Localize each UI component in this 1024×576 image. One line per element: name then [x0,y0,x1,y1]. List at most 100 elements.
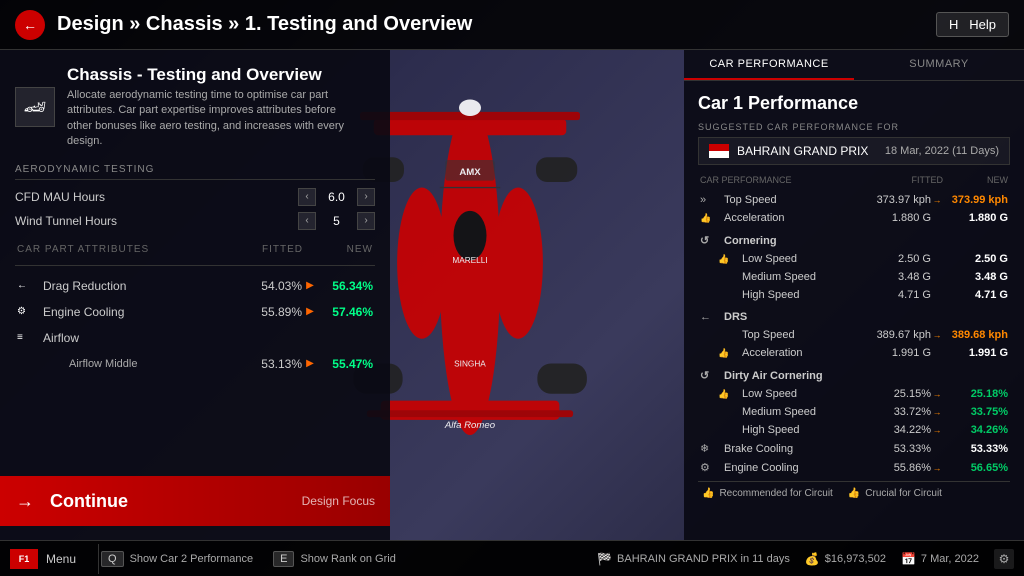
race-info-text: BAHRAIN GRAND PRIX in 11 days [617,553,790,565]
engine-cool-icon: ⚙ [17,304,37,320]
perf-dirty-air-header: ↺ Dirty Air Cornering [698,366,1010,385]
top-speed-icon: » [700,194,720,206]
perf-da-med: Medium Speed 33.72% → 33.75% [698,403,1010,421]
acceleration-new: 1.880 G [943,212,1008,224]
left-panel: 🏎 Chassis - Testing and Overview Allocat… [0,50,390,540]
drs-ts-fitted: 389.67 kph [856,329,931,341]
engine-cool-fitted: 55.89% [232,305,302,319]
eng-cool-icon: ⚙ [700,461,720,474]
perf-med-speed: Medium Speed 3.48 G 3.48 G [698,268,1010,286]
svg-text:MARELLI: MARELLI [452,256,487,265]
part-engine-cooling: ⚙ Engine Cooling 55.89% ▶ 57.46% [15,300,375,324]
cfd-decrease-btn[interactable]: ‹ [298,188,316,206]
crucial-icon: 👍 [848,488,860,499]
da-med-new: 33.75% [943,406,1008,418]
drag-fitted: 54.03% [232,279,302,293]
wind-decrease-btn[interactable]: ‹ [298,212,316,230]
help-button[interactable]: H Help [936,12,1009,37]
help-label: Help [969,17,996,32]
drs-accel-new: 1.991 G [943,347,1008,359]
cfd-increase-btn[interactable]: › [357,188,375,206]
menu-button[interactable]: Menu [46,552,76,566]
tab-summary[interactable]: SUMMARY [854,50,1024,80]
date-info: 📅 7 Mar, 2022 [901,552,979,566]
race-date: 18 Mar, 2022 (11 Days) [885,145,999,157]
continue-label: Continue [50,491,302,512]
drs-accel-fitted: 1.991 G [856,347,931,359]
aero-section-label: AERODYNAMIC TESTING [15,164,375,180]
low-speed-icon: 👍 [718,253,738,265]
dirty-air-icon: ↺ [700,369,720,382]
wind-value: 5 [324,214,349,228]
settings-button[interactable]: ⚙ [994,549,1014,569]
divider [98,544,99,574]
perf-brake-cooling: ❄ Brake Cooling 53.33% 53.33% [698,439,1010,458]
legend-recommended: 👍 Recommended for Circuit [702,488,833,499]
da-high-arrow: → [931,425,943,435]
drag-name: Drag Reduction [43,279,232,293]
acceleration-fitted: 1.880 G [856,212,931,224]
wind-increase-btn[interactable]: › [357,212,375,230]
airflow-mid-fitted: 53.13% [232,357,302,371]
rank-label: Show Rank on Grid [300,553,395,565]
continue-sub: Design Focus [302,494,375,508]
race-name: BAHRAIN GRAND PRIX [737,144,885,158]
tabs: CAR PERFORMANCE SUMMARY [684,50,1024,81]
perf-low-speed: 👍 Low Speed 2.50 G 2.50 G [698,250,1010,268]
da-high-name: High Speed [742,424,856,436]
da-high-new: 34.26% [943,424,1008,436]
engine-cool-arrow: ▶ [302,306,318,317]
eng-cool-fitted: 55.86% [856,462,931,474]
high-speed-name: High Speed [742,289,856,301]
drs-accel-icon: 👍 [718,347,738,359]
back-icon: ← [23,17,37,33]
high-speed-new: 4.71 G [943,289,1008,301]
date-text: 7 Mar, 2022 [921,553,979,565]
car1-title: Car 1 Performance [698,93,1010,114]
continue-icon: → [0,476,50,526]
airflow-mid-name: Airflow Middle [43,358,232,370]
aero-wind-label: Wind Tunnel Hours [15,214,298,228]
low-speed-name: Low Speed [742,253,856,265]
drs-ts-arrow: → [931,330,943,340]
med-speed-fitted: 3.48 G [856,271,931,283]
back-button[interactable]: ← [15,10,45,40]
acceleration-name: Acceleration [724,212,856,224]
panel-title: Chassis - Testing and Overview [67,65,357,85]
svg-text:SINGHA: SINGHA [454,359,486,368]
cornering-name: Cornering [724,235,856,247]
perf-engine-cooling: ⚙ Engine Cooling 55.86% → 56.65% [698,458,1010,477]
brake-cool-fitted: 53.33% [856,443,931,455]
drag-icon: ← [17,278,37,294]
brake-cool-name: Brake Cooling [724,443,856,455]
bottom-bar: F1 Menu Q Show Car 2 Performance E Show … [0,540,1024,576]
car-parts-section-label: CAR PART ATTRIBUTES FITTED NEW [15,244,375,266]
legend-crucial: 👍 Crucial for Circuit [848,488,942,499]
panel-description: Allocate aerodynamic testing time to opt… [67,88,357,150]
svg-text:AMX: AMX [459,167,481,178]
drs-icon: ← [700,311,720,323]
airflow-icon: ≡ [17,330,37,346]
perf-drs-accel: 👍 Acceleration 1.991 G 1.991 G [698,344,1010,362]
brake-cool-icon: ❄ [700,442,720,455]
aero-cfd-row: CFD MAU Hours ‹ 6.0 › [15,188,375,206]
continue-button[interactable]: → Continue Design Focus [0,476,390,526]
part-airflow-middle: Airflow Middle 53.13% ▶ 55.47% [15,352,375,376]
bahrain-flag [709,144,729,158]
money-icon: 💰 [805,552,820,566]
shortcut-rank[interactable]: E Show Rank on Grid [273,551,396,567]
airflow-mid-arrow: ▶ [302,358,318,369]
right-content: Car 1 Performance SUGGESTED CAR PERFORMA… [684,81,1024,535]
med-speed-name: Medium Speed [742,271,856,283]
race-icon: 🏁 [597,552,612,566]
recommended-label: Recommended for Circuit [719,488,832,499]
low-speed-fitted: 2.50 G [856,253,931,265]
perf-drs-top-speed: Top Speed 389.67 kph → 389.68 kph [698,326,1010,344]
panel-icon: 🏎 [15,87,55,127]
drs-accel-name: Acceleration [742,347,856,359]
engine-cool-name: Engine Cooling [43,305,232,319]
shortcut-car2[interactable]: Q Show Car 2 Performance [101,551,253,567]
perf-acceleration: 👍 Acceleration 1.880 G 1.880 G [698,209,1010,227]
low-speed-new: 2.50 G [943,253,1008,265]
tab-car-performance[interactable]: CAR PERFORMANCE [684,50,854,80]
